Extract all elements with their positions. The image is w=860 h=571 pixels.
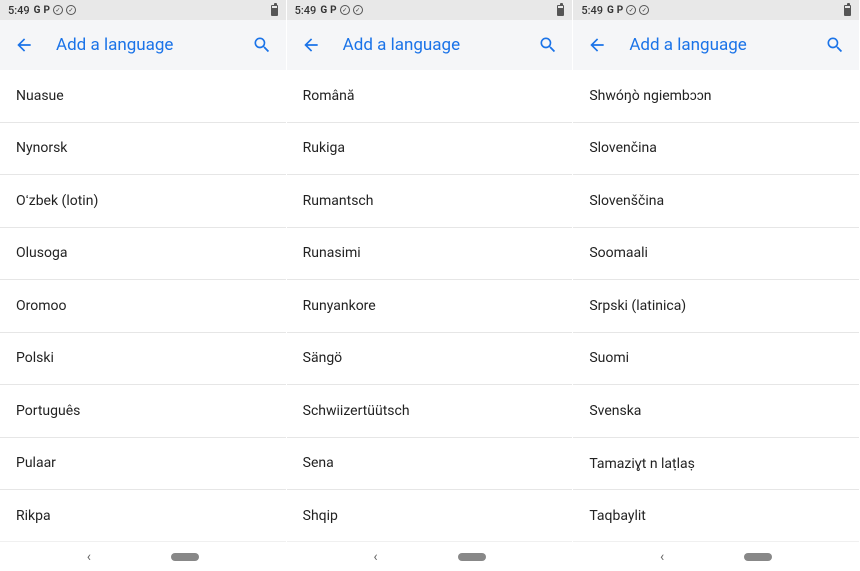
list-item[interactable]: Rukiga: [287, 123, 573, 176]
list-item[interactable]: Schwiizertüütsch: [287, 385, 573, 438]
list-item[interactable]: Srpski (latinica): [573, 280, 859, 333]
nav-back-button[interactable]: ‹: [87, 549, 91, 565]
search-button[interactable]: [825, 35, 845, 55]
list-item[interactable]: Nynorsk: [0, 123, 286, 176]
arrow-left-icon: [14, 35, 34, 55]
search-button[interactable]: [252, 35, 272, 55]
list-item[interactable]: Soomaali: [573, 228, 859, 281]
search-button[interactable]: [538, 35, 558, 55]
check-icon-2: ✓: [66, 5, 76, 15]
back-button[interactable]: [14, 35, 34, 55]
screen-2: 5:49 G P ✓ ✓ Add a language Română Rukig…: [287, 0, 574, 571]
list-item[interactable]: Shqip: [287, 490, 573, 541]
screen-3: 5:49 G P ✓ ✓ Add a language Shwóŋò ngiem…: [573, 0, 860, 571]
list-item[interactable]: Tamaziɣt n laṭlaṣ: [573, 438, 859, 491]
language-list[interactable]: Shwóŋò ngiembɔɔn Slovenčina Slovenščina …: [573, 70, 859, 541]
nav-back-button[interactable]: ‹: [373, 549, 377, 565]
list-item[interactable]: Oromoo: [0, 280, 286, 333]
google-icon: G: [34, 5, 41, 16]
status-notification-icons: G P ✓ ✓: [34, 5, 76, 16]
arrow-left-icon: [301, 35, 321, 55]
list-item[interactable]: Slovenščina: [573, 175, 859, 228]
page-title: Add a language: [56, 35, 230, 55]
navigation-bar: ‹: [287, 541, 573, 571]
status-time: 5:49: [8, 4, 30, 17]
back-button[interactable]: [587, 35, 607, 55]
list-item[interactable]: Sena: [287, 438, 573, 491]
nav-home-button[interactable]: [744, 553, 772, 561]
search-icon: [538, 35, 558, 55]
nav-back-button[interactable]: ‹: [660, 549, 664, 565]
list-item[interactable]: Português: [0, 385, 286, 438]
app-bar: Add a language: [287, 20, 573, 70]
list-item[interactable]: Nuasue: [0, 70, 286, 123]
back-button[interactable]: [301, 35, 321, 55]
status-notification-icons: G P ✓ ✓: [607, 5, 649, 16]
check-icon-1: ✓: [340, 5, 350, 15]
status-notification-icons: G P ✓ ✓: [320, 5, 362, 16]
battery-icon: [271, 5, 278, 16]
list-item[interactable]: Svenska: [573, 385, 859, 438]
status-time: 5:49: [295, 4, 317, 17]
list-item[interactable]: Sängö: [287, 333, 573, 386]
page-title: Add a language: [343, 35, 517, 55]
check-icon-1: ✓: [53, 5, 63, 15]
arrow-left-icon: [587, 35, 607, 55]
list-item[interactable]: Pulaar: [0, 438, 286, 491]
check-icon-2: ✓: [353, 5, 363, 15]
status-left: 5:49 G P ✓ ✓: [581, 4, 649, 17]
app-bar: Add a language: [0, 20, 286, 70]
nav-home-button[interactable]: [458, 553, 486, 561]
google-icon: G: [320, 5, 327, 16]
nav-home-button[interactable]: [171, 553, 199, 561]
check-icon-2: ✓: [639, 5, 649, 15]
list-item[interactable]: Taqbaylit: [573, 490, 859, 541]
screen-1: 5:49 G P ✓ ✓ Add a language Nuasue Nynor…: [0, 0, 287, 571]
status-left: 5:49 G P ✓ ✓: [295, 4, 363, 17]
p-icon: P: [330, 5, 336, 16]
language-list[interactable]: Română Rukiga Rumantsch Runasimi Runyank…: [287, 70, 573, 541]
navigation-bar: ‹: [573, 541, 859, 571]
list-item[interactable]: Olusoga: [0, 228, 286, 281]
list-item[interactable]: Română: [287, 70, 573, 123]
list-item[interactable]: Runasimi: [287, 228, 573, 281]
status-bar: 5:49 G P ✓ ✓: [573, 0, 859, 20]
battery-icon: [844, 5, 851, 16]
p-icon: P: [617, 5, 623, 16]
list-item[interactable]: Rikpa: [0, 490, 286, 541]
navigation-bar: ‹: [0, 541, 286, 571]
status-time: 5:49: [581, 4, 603, 17]
list-item[interactable]: Rumantsch: [287, 175, 573, 228]
status-bar: 5:49 G P ✓ ✓: [0, 0, 286, 20]
status-bar: 5:49 G P ✓ ✓: [287, 0, 573, 20]
google-icon: G: [607, 5, 614, 16]
search-icon: [252, 35, 272, 55]
list-item[interactable]: Oʻzbek (lotin): [0, 175, 286, 228]
p-icon: P: [43, 5, 49, 16]
list-item[interactable]: Polski: [0, 333, 286, 386]
battery-icon: [557, 5, 564, 16]
list-item[interactable]: Runyankore: [287, 280, 573, 333]
list-item[interactable]: Shwóŋò ngiembɔɔn: [573, 70, 859, 123]
search-icon: [825, 35, 845, 55]
list-item[interactable]: Slovenčina: [573, 123, 859, 176]
status-left: 5:49 G P ✓ ✓: [8, 4, 76, 17]
list-item[interactable]: Suomi: [573, 333, 859, 386]
check-icon-1: ✓: [626, 5, 636, 15]
page-title: Add a language: [629, 35, 803, 55]
language-list[interactable]: Nuasue Nynorsk Oʻzbek (lotin) Olusoga Or…: [0, 70, 286, 541]
app-bar: Add a language: [573, 20, 859, 70]
